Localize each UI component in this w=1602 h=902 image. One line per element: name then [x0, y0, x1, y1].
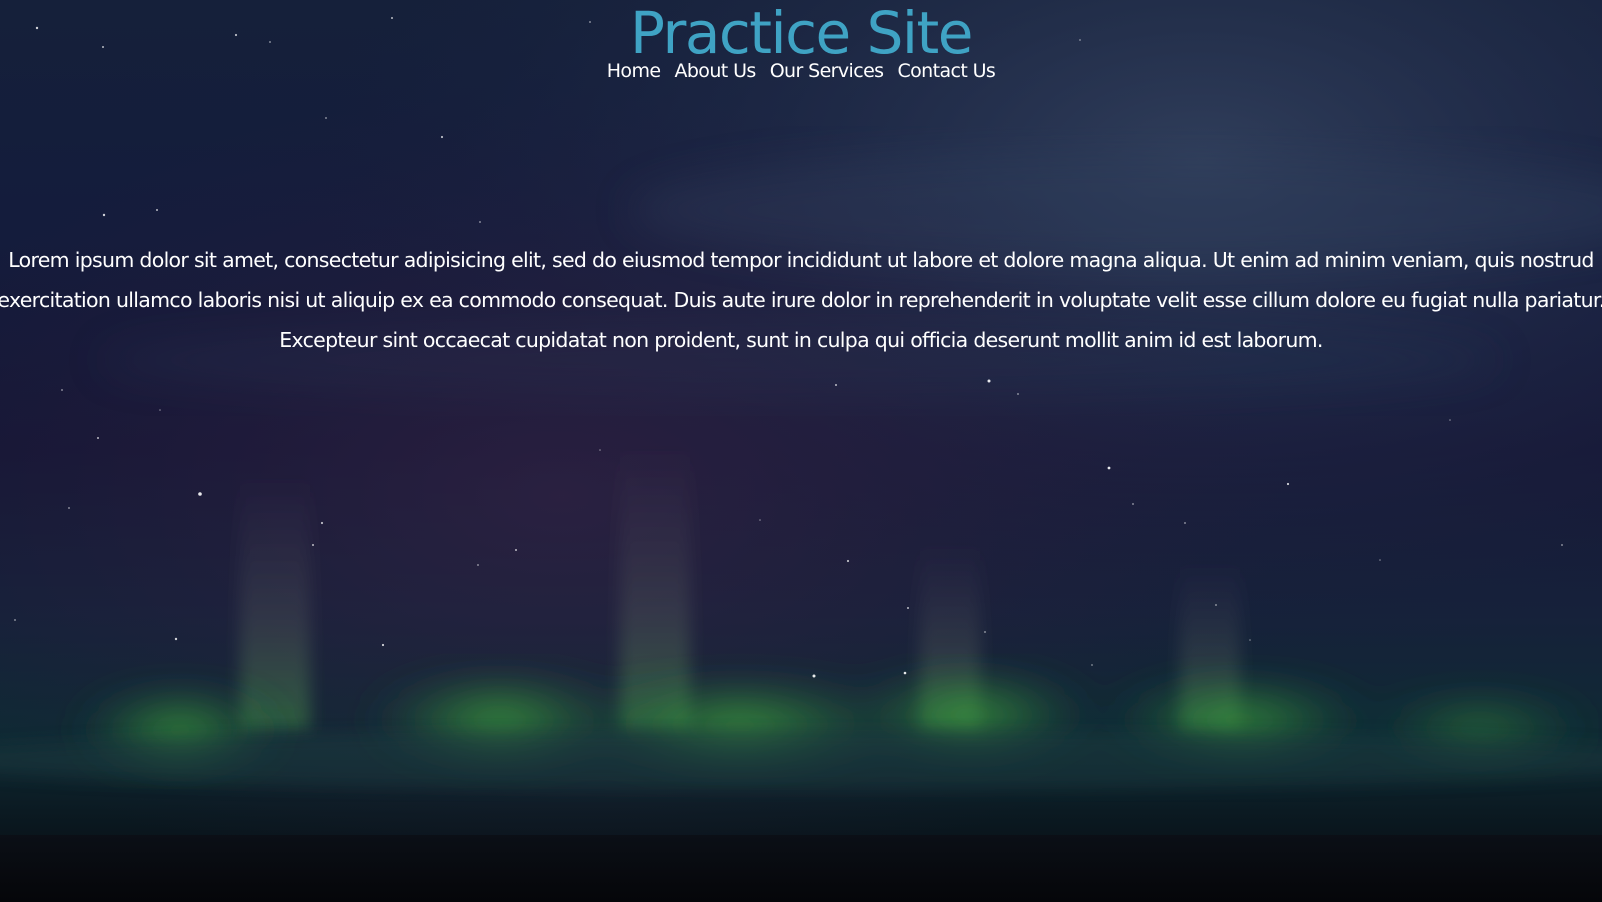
site-title: Practice Site: [630, 0, 973, 67]
aurora-night-sky-image: [0, 0, 1602, 902]
nav-link-home[interactable]: Home: [607, 58, 661, 84]
nav-link-contact-us[interactable]: Contact Us: [897, 58, 995, 84]
main-nav: Home About Us Our Services Contact Us: [0, 58, 1602, 84]
nav-link-our-services[interactable]: Our Services: [770, 58, 884, 84]
nav-link-about-us[interactable]: About Us: [674, 58, 756, 84]
intro-paragraph: Lorem ipsum dolor sit amet, consectetur …: [0, 248, 1602, 352]
page: Practice Site Home About Us Our Services…: [0, 0, 1602, 902]
